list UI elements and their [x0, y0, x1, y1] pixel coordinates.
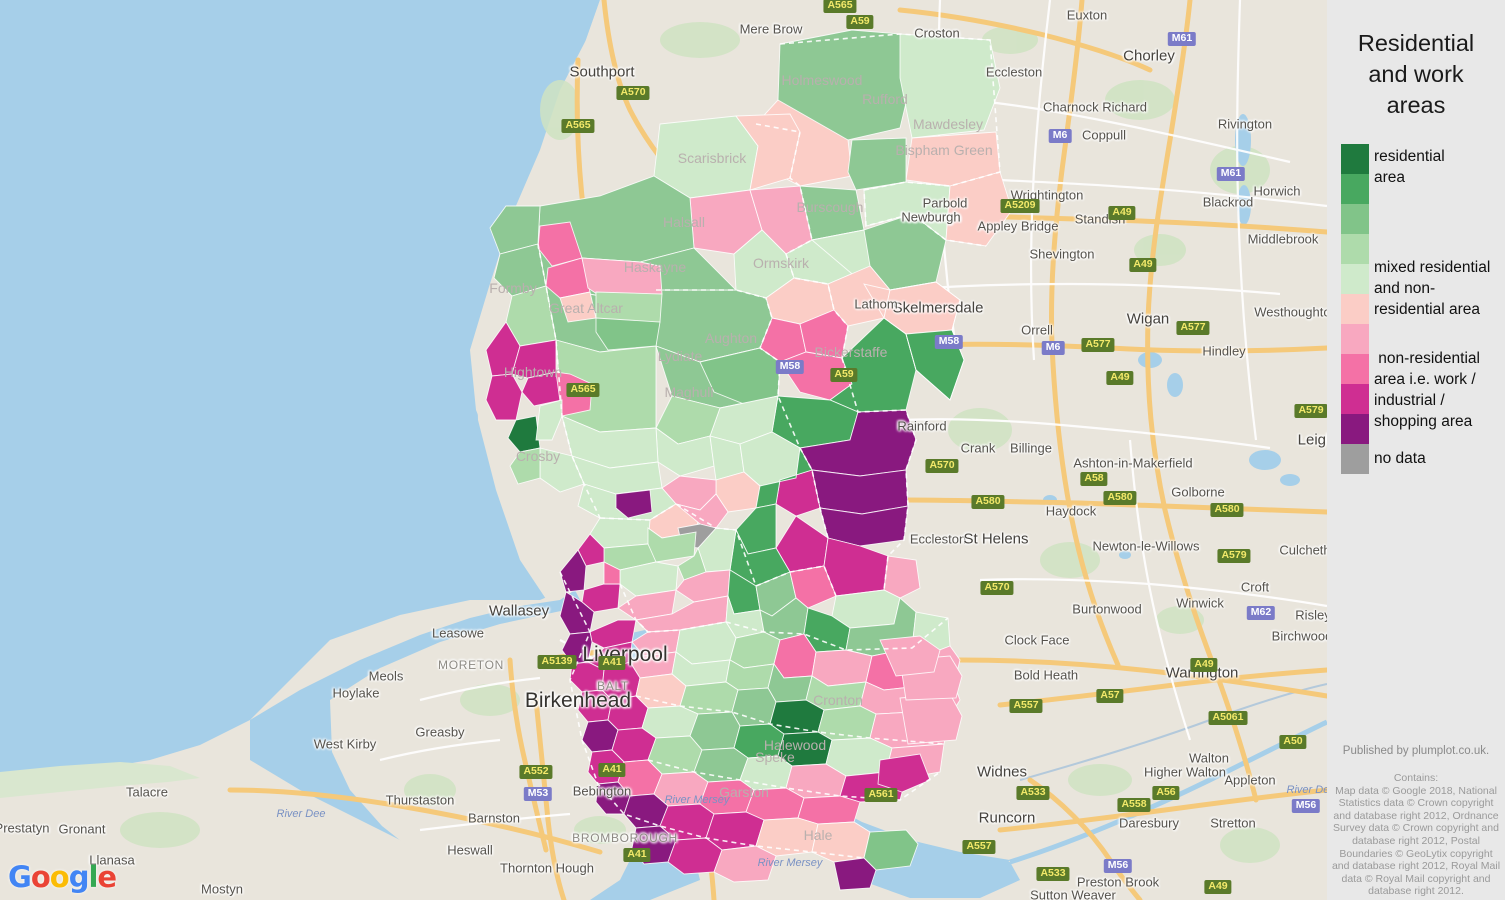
legend-swatch-3: [1341, 234, 1369, 264]
legend-swatch-5: [1341, 294, 1369, 324]
legend-title-line-3: areas: [1386, 92, 1446, 118]
legend-swatch-6: [1341, 324, 1369, 354]
legend-swatch-2: [1341, 204, 1369, 234]
attribution-body: Map data © Google 2018, National Statist…: [1331, 784, 1501, 898]
legend-swatch-1: [1341, 174, 1369, 204]
legend-row-10: no data: [1341, 444, 1501, 474]
legend-row-4: mixed residential and non- residential a…: [1341, 259, 1501, 318]
legend-row-0: residential area: [1341, 144, 1501, 186]
legend-row-7: non-residential area i.e. work / industr…: [1341, 350, 1501, 430]
legend-swatch-9: [1341, 414, 1369, 444]
legend-label-nodata: no data: [1374, 450, 1426, 467]
attribution-heading: Contains:: [1393, 772, 1439, 784]
legend-title-line-1: Residential: [1357, 30, 1475, 56]
legend-label-mixed-line-1: mixed residential: [1374, 259, 1491, 276]
legend-label-residential-line-1: residential: [1374, 148, 1445, 165]
legend-title-line-2: and work: [1368, 61, 1464, 87]
legend-swatch-7: [1341, 354, 1369, 384]
legend-swatch-8: [1341, 384, 1369, 414]
legend-swatch-10: [1341, 444, 1369, 474]
map-page: Southport Mere Brow Croston Euxton Chorley Ec…: [0, 0, 1505, 900]
legend-row-2: [1341, 204, 1501, 234]
map-canvas[interactable]: Southport Mere Brow Croston Euxton Chorley Ec…: [0, 0, 1327, 900]
legend-swatch-4: [1341, 264, 1369, 294]
map-vector-layer: [0, 0, 1327, 900]
legend-title: Residential and work areas: [1327, 28, 1505, 121]
legend-panel: Residential and work areas residential a…: [1327, 0, 1505, 900]
legend-row-5: [1341, 294, 1501, 324]
legend-label-nonres-line-1: non-residential: [1374, 350, 1480, 367]
legend-row-9: [1341, 414, 1501, 444]
google-logo: Google: [8, 860, 117, 894]
legend-swatch-0: [1341, 144, 1369, 174]
legend-row-1: [1341, 174, 1501, 204]
legend-swatches: residential area mixed residential and n…: [1341, 144, 1501, 474]
published-by: Published by plumplot.co.uk.: [1342, 745, 1490, 757]
legend-row-8: [1341, 384, 1501, 414]
attribution-text: Contains: Map data © Google 2018, Nation…: [1331, 772, 1501, 898]
